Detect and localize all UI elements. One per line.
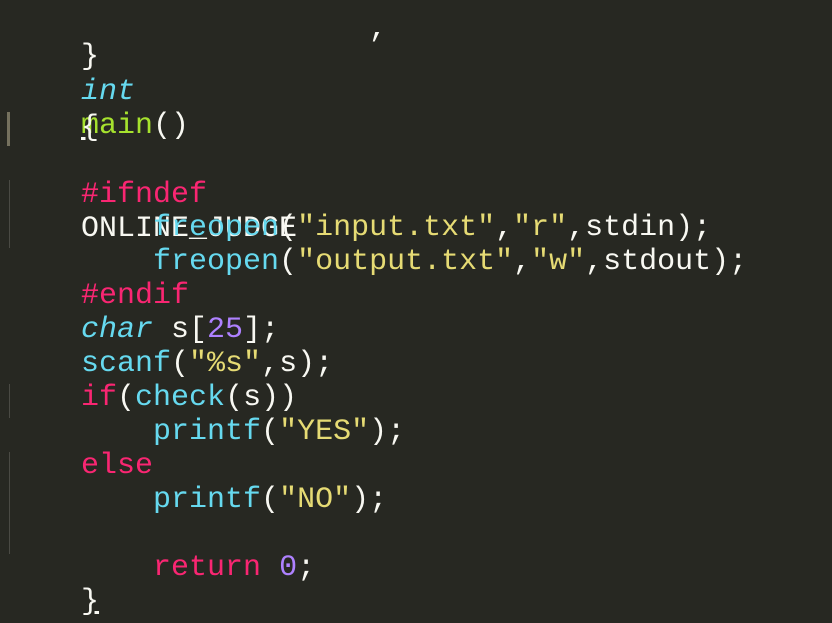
code-line-close-brace-bottom: }	[9, 551, 99, 619]
code-line-open-brace: {	[9, 77, 99, 145]
code-line-main-signature: int main()	[9, 41, 189, 143]
code-line-close-brace-top: }	[9, 6, 99, 74]
code-token: ;	[297, 551, 316, 585]
string-token: "output.txt"	[297, 245, 514, 279]
code-editor[interactable]: , } int main() { #ifndef ONLINE_JUDGE fr…	[0, 0, 832, 623]
function-call-token: printf	[153, 483, 262, 517]
code-line-endif: #endif	[9, 245, 189, 313]
code-line-return: return 0;	[9, 517, 315, 585]
code-token: (	[261, 483, 280, 517]
matched-brace: {	[81, 111, 100, 145]
code-token: );	[369, 415, 406, 449]
code-token: ,	[369, 12, 388, 46]
matched-brace: }	[81, 585, 100, 619]
code-line-if: if(check(s))	[9, 347, 297, 415]
code-line-freopen-input: freopen("input.txt","r",stdin);	[9, 177, 711, 245]
code-line-else: else	[9, 415, 153, 483]
code-line-ifndef: #ifndef ONLINE_JUDGE	[9, 144, 297, 246]
code-line-scanf: scanf("%s",s);	[9, 313, 333, 381]
code-line-printf-no: printf("NO");	[9, 449, 387, 517]
keyword-token: return	[153, 551, 262, 585]
code-line-printf-yes: printf("YES");	[9, 381, 405, 449]
code-token: ()	[153, 109, 190, 143]
code-line-freopen-output: freopen("output.txt","w",stdout);	[9, 211, 747, 279]
code-token: ,stdout);	[585, 245, 748, 279]
string-token: "NO"	[279, 483, 352, 517]
function-call-token: printf	[153, 415, 262, 449]
code-token: (	[261, 415, 280, 449]
string-token: "w"	[531, 245, 586, 279]
code-token: );	[351, 483, 388, 517]
code-token: (	[279, 245, 298, 279]
number-token: 0	[279, 551, 298, 585]
code-line-char-decl: char s[25];	[9, 279, 279, 347]
string-token: "YES"	[279, 415, 370, 449]
code-token: ,	[513, 245, 532, 279]
